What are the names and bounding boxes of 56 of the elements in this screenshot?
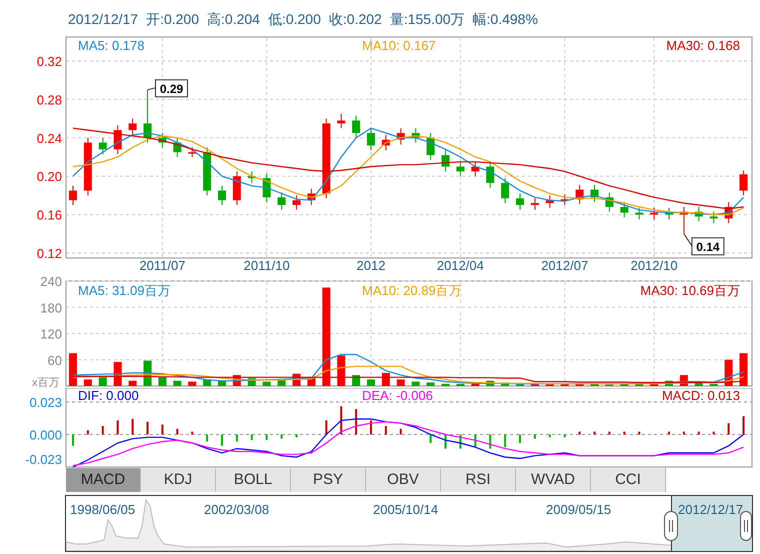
indicator-tab[interactable]: OBV [366, 468, 441, 492]
legend-label: MA10: 0.167 [362, 38, 436, 53]
quote-text: 2012/12/17 [68, 11, 138, 29]
axis-label: 0.32 [36, 54, 62, 69]
axis-label: 180 [40, 300, 62, 316]
quote-text: 低:0.200 [268, 11, 321, 29]
legend-label: DIF: 0.000 [78, 388, 139, 403]
axis-label: 120 [40, 326, 62, 342]
axis-label: 0.023 [29, 395, 62, 410]
legend-label: MA30: 10.69百万 [640, 283, 740, 298]
quote-text: 开:0.200 [146, 11, 200, 29]
axis-label: 0.000 [29, 428, 62, 442]
legend-label: MACD: 0.013 [662, 388, 740, 403]
annotation: 0.14 [696, 240, 720, 254]
quote-text: 高:0.204 [207, 11, 260, 29]
axis-label: 240 [40, 274, 62, 289]
quote-text: 收:0.202 [328, 11, 382, 29]
leader-line [683, 233, 692, 246]
axis-label: 2012/10 [630, 258, 678, 273]
axis-label: 2011/07 [139, 258, 186, 273]
indicator-tab[interactable]: CCI [591, 468, 666, 492]
quote-text: 幅:0.498% [472, 11, 538, 29]
indicator-tab[interactable]: KDJ [141, 468, 216, 492]
axis-label: -0.023 [25, 452, 62, 467]
axis-label: 0.20 [36, 169, 62, 184]
axis-label: 60 [48, 352, 62, 368]
date-label: 2002/03/08 [204, 502, 270, 517]
axis-label: 0.16 [36, 208, 62, 223]
legend-label: DEA: -0.006 [362, 388, 433, 403]
date-label: 2012/12/17 [678, 502, 744, 517]
legend-label: MA10: 20.89百万 [362, 283, 462, 298]
date-label: 1998/06/05 [70, 502, 136, 517]
date-label: 2005/10/14 [373, 502, 438, 517]
indicator-tab[interactable]: WVAD [516, 468, 591, 492]
unit-label: x百万 [32, 377, 60, 388]
legend-label: MA30: 0.168 [666, 38, 740, 53]
indicator-tab[interactable]: MACD [66, 468, 141, 492]
range-handle-icon[interactable] [664, 511, 678, 541]
indicator-tab[interactable]: PSY [291, 468, 366, 492]
indicator-tab[interactable]: RSI [441, 468, 516, 492]
indicator-tab[interactable]: BOLL [216, 468, 291, 492]
legend-label: MA5: 31.09百万 [78, 283, 170, 298]
axis-label: 0.12 [36, 246, 62, 261]
price-callout: 0.29 [155, 79, 188, 98]
legend-label: MA5: 0.178 [78, 38, 144, 53]
date-label: 2009/05/15 [546, 502, 612, 517]
axis-label: 0.24 [36, 130, 62, 146]
annotation: 0.29 [160, 82, 184, 96]
price-callout: 0.14 [691, 237, 724, 256]
axis-label: 2012/07 [541, 258, 588, 273]
axis-label: 0.28 [36, 92, 62, 108]
axis-label: 2011/10 [244, 258, 290, 273]
axis-label: 2012/04 [436, 258, 484, 273]
quote-text: 量:155.00万 [390, 11, 465, 29]
axis-label: 2012 [356, 258, 386, 273]
leader-line [147, 87, 156, 90]
